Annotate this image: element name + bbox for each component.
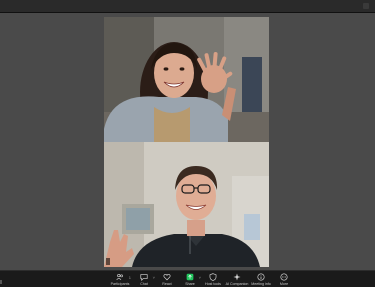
participant-video-tile-top[interactable] — [104, 17, 269, 142]
participant-video-top — [104, 17, 269, 142]
more-icon — [280, 273, 288, 281]
participant-video-bottom — [104, 142, 269, 267]
heart-icon — [163, 274, 171, 281]
window-title-bar — [0, 0, 375, 13]
chat-icon — [140, 274, 148, 281]
meeting-toolbar: 1 Participants ˅ Chat React ˅ Share Host… — [0, 270, 375, 287]
info-icon — [257, 273, 265, 281]
more-label: More — [279, 282, 289, 286]
share-icon — [186, 273, 194, 281]
window-handle-icon[interactable] — [363, 3, 369, 9]
participant-video-tile-bottom[interactable] — [104, 142, 269, 267]
sparkle-icon — [233, 273, 241, 281]
people-icon — [116, 273, 123, 281]
more-button[interactable]: More — [271, 272, 297, 286]
toolbar-edge-indicator — [0, 280, 2, 284]
shield-icon — [209, 273, 217, 281]
participant-name-tag — [106, 258, 110, 265]
